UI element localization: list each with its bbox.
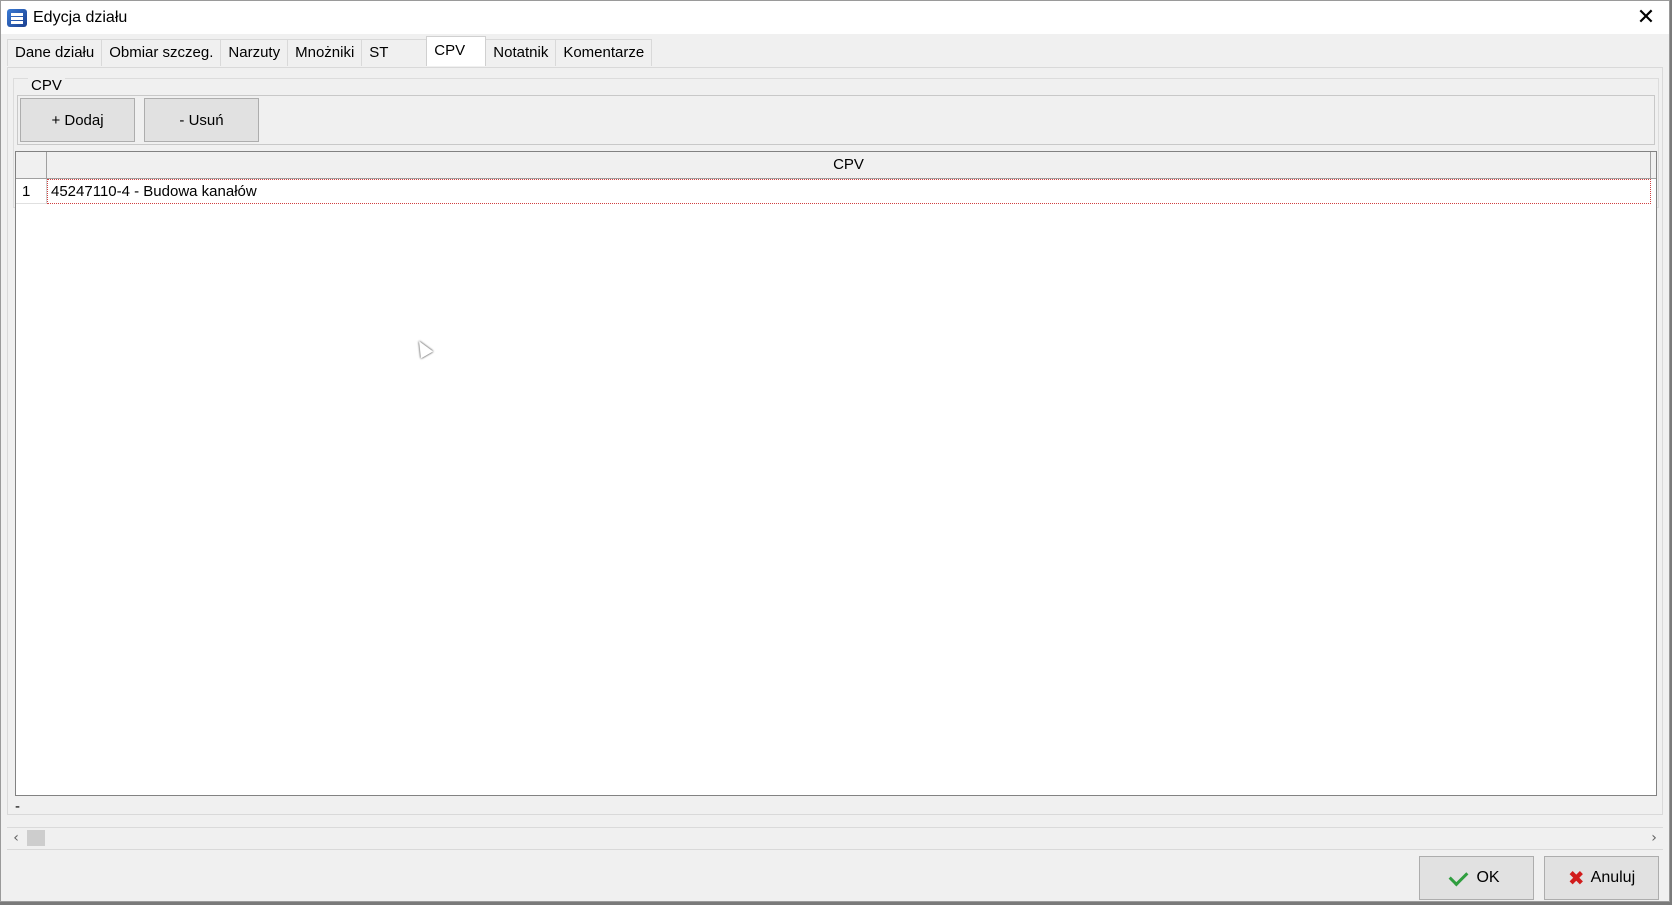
remove-button[interactable]: - Usuń (144, 98, 259, 142)
close-button[interactable]: ✕ (1623, 1, 1669, 34)
groupbox-label: CPV (28, 77, 65, 94)
tab-narzuty[interactable]: Narzuty (220, 39, 289, 66)
cancel-label: Anuluj (1590, 869, 1636, 886)
grid-footer: - (15, 798, 20, 815)
tab-obmiar-szczeg[interactable]: Obmiar szczeg. (101, 39, 222, 66)
row-number: 1 (16, 179, 47, 204)
close-icon: ✕ (1636, 5, 1656, 30)
toolbar: + Dodaj - Usuń (17, 95, 1655, 145)
cpv-cell[interactable]: 45247110-4 - Budowa kanałów (47, 179, 1651, 204)
row-indicator-header (16, 152, 47, 178)
grid-header: CPV (16, 152, 1656, 179)
table-row[interactable]: 1 45247110-4 - Budowa kanałów (16, 179, 1656, 204)
tab-mnozniki[interactable]: Mnożniki (287, 39, 363, 66)
tab-notatnik[interactable]: Notatnik (485, 39, 557, 66)
tab-dane-dzialu[interactable]: Dane działu (7, 39, 103, 66)
cpv-tab-panel: CPV + Dodaj - Usuń CPV 1 45247110-4 - Bu… (7, 67, 1663, 815)
tab-st[interactable]: ST (361, 39, 428, 66)
tab-komentarze[interactable]: Komentarze (555, 39, 653, 66)
scroll-thumb[interactable] (27, 830, 45, 846)
tab-bar: Dane działu Obmiar szczeg. Narzuty Mnożn… (7, 36, 653, 67)
title-bar: Edycja działu ✕ (1, 1, 1669, 34)
app-icon (7, 8, 27, 27)
x-icon: ✖ (1567, 866, 1585, 890)
scroll-left-icon[interactable]: ‹ (7, 828, 25, 848)
horizontal-scrollbar[interactable]: ‹ › (7, 827, 1663, 848)
cpv-grid[interactable]: CPV 1 45247110-4 - Budowa kanałów (15, 151, 1657, 796)
cancel-button[interactable]: ✖ Anuluj (1544, 856, 1659, 900)
ok-button[interactable]: OK (1419, 856, 1534, 900)
scroll-right-icon[interactable]: › (1645, 828, 1663, 848)
tab-cpv[interactable]: CPV (426, 36, 487, 66)
column-header-cpv[interactable]: CPV (47, 152, 1651, 178)
check-icon (1449, 866, 1469, 886)
add-button[interactable]: + Dodaj (20, 98, 135, 142)
dialog-window: Edycja działu ✕ Dane działu Obmiar szcze… (0, 0, 1670, 902)
ok-label: OK (1476, 869, 1500, 886)
window-title: Edycja działu (33, 8, 128, 26)
dialog-button-bar: OK ✖ Anuluj (7, 849, 1663, 902)
